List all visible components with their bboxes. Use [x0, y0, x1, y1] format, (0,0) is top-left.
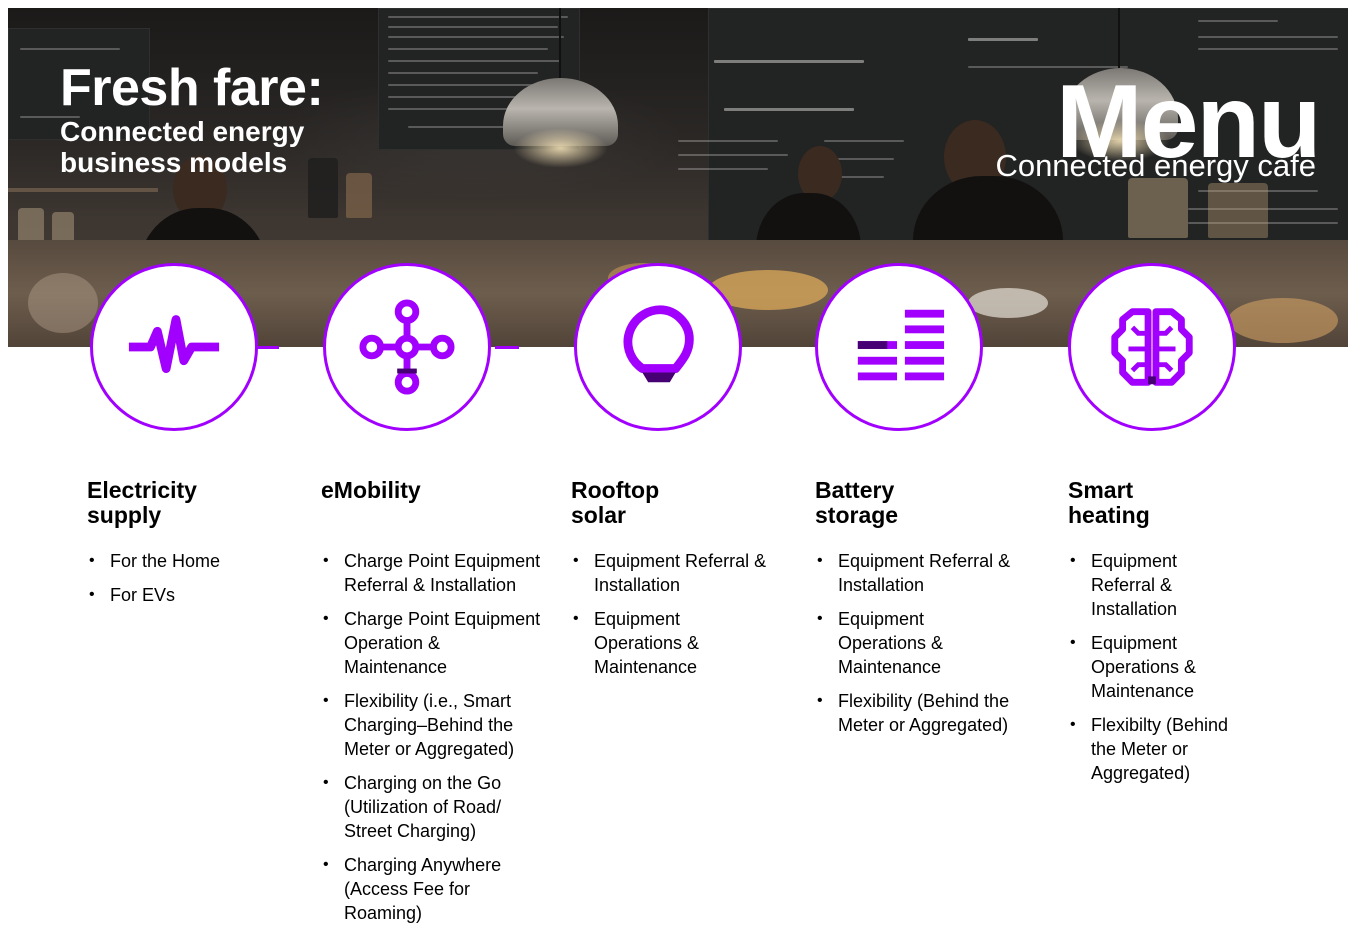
battery-storage-circle — [815, 263, 983, 431]
list-item: Flexibilty (Behind the Meter or Aggregat… — [1068, 713, 1248, 785]
hero-title: Fresh fare: — [60, 59, 324, 117]
rooftop-solar-circle — [574, 263, 742, 431]
list-item: For EVs — [87, 583, 287, 607]
battery-bars-icon — [857, 309, 945, 381]
network-nodes-icon — [359, 299, 455, 395]
column-title: Smart heating — [1068, 477, 1150, 528]
list-item: Equipment Referral & Installation — [815, 549, 1011, 597]
connector-line — [495, 346, 519, 349]
list-item: Equipment Operations & Maintenance — [571, 607, 771, 679]
electricity-supply-circle — [90, 263, 258, 431]
column-title: eMobility — [321, 477, 421, 503]
list-item: Charge Point Equipment Referral & Instal… — [321, 549, 543, 597]
column-emobility: eMobility Charge Point Equipment Referra… — [321, 478, 551, 935]
smart-heating-circle — [1068, 263, 1236, 431]
emobility-circle — [323, 263, 491, 431]
lightbulb-icon — [623, 305, 694, 383]
column-title: Rooftop solar — [571, 477, 660, 528]
list-item: Equipment Operations & Maintenance — [1068, 631, 1216, 703]
list-item: Equipment Referral & Installation — [1068, 549, 1201, 621]
connector-line — [257, 346, 279, 349]
item-list: Equipment Referral & Installation Equipm… — [571, 549, 771, 679]
list-item: Flexibility (Behind the Meter or Aggrega… — [815, 689, 1011, 737]
column-smart-heating: Smart heating Equipment Referral & Insta… — [1068, 478, 1268, 795]
item-list: For the Home For EVs — [87, 549, 287, 607]
column-title: Battery storage — [815, 477, 899, 528]
list-item: For the Home — [87, 549, 287, 573]
column-electricity-supply: Electricity supply For the Home For EVs — [87, 478, 287, 617]
item-list: Charge Point Equipment Referral & Instal… — [321, 549, 543, 925]
list-item: Equipment Referral & Installation — [571, 549, 771, 597]
column-rooftop-solar: Rooftop solar Equipment Referral & Insta… — [571, 478, 781, 689]
list-item: Charging Anywhere (Access Fee for Roamin… — [321, 853, 543, 925]
list-item: Charge Point Equipment Operation & Maint… — [321, 607, 543, 679]
item-list: Equipment Referral & Installation Equipm… — [815, 549, 1011, 737]
list-item: Equipment Operations & Maintenance — [815, 607, 1011, 679]
column-battery-storage: Battery storage Equipment Referral & Ins… — [815, 478, 1025, 747]
menu-subtitle: Connected energy cafe — [995, 148, 1316, 183]
list-item: Charging on the Go (Utilization of Road/… — [321, 771, 543, 843]
column-title: Electricity supply — [87, 477, 197, 528]
hero-subtitle: Connected energy business models — [60, 116, 305, 178]
item-list: Equipment Referral & Installation Equipm… — [1068, 549, 1248, 785]
brain-circuit-icon — [1111, 308, 1193, 386]
pulse-icon — [128, 315, 220, 373]
list-item: Flexibility (i.e., Smart Charging–Behind… — [321, 689, 543, 761]
